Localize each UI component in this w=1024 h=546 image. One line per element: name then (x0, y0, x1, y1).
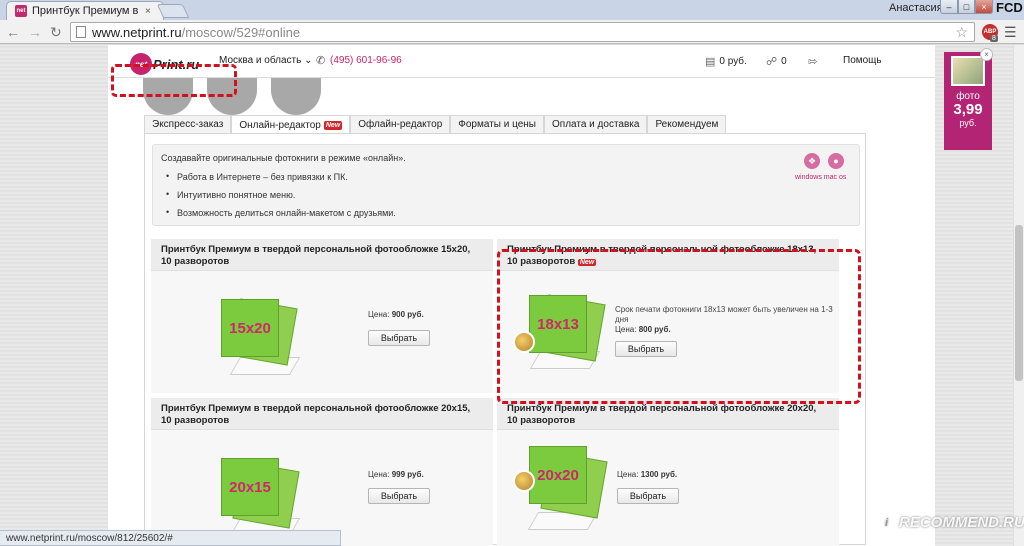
product-title[interactable]: Принтбук Премиум в твердой персональной … (151, 398, 493, 430)
login-link[interactable]: ⇰ (808, 55, 817, 68)
product-title[interactable]: Принтбук Премиум в твердой персональной … (151, 239, 493, 271)
url-path: /moscow/529#online (181, 24, 301, 40)
tab-offline-editor[interactable]: Офлайн-редактор (350, 115, 451, 133)
help-link[interactable]: Помощь (843, 55, 882, 66)
thumbnail[interactable] (271, 78, 321, 115)
intro-box: Создавайте оригинальные фотокниги в режи… (152, 144, 860, 226)
netprint-favicon: net (15, 5, 27, 17)
photo-price-widget[interactable]: фото 3,99 руб. (944, 52, 992, 150)
tab-label: Офлайн-редактор (358, 119, 443, 130)
tab-online-editor[interactable]: Онлайн-редактор New (231, 115, 351, 134)
tab-label: Экспресс-заказ (152, 119, 224, 130)
phone-number: (495) 601-96-96 (330, 55, 402, 66)
photo-sticker (513, 470, 535, 492)
balance-value: 0 руб. (719, 56, 747, 67)
widget-unit: руб. (959, 118, 977, 128)
browser-toolbar: ← → ↻ www.netprint.ru /moscow/529#online… (0, 20, 1024, 44)
select-button[interactable]: Выбрать (617, 488, 679, 504)
forward-arrow-icon[interactable]: → (28, 24, 42, 40)
list-item: Работа в Интернете – без привязки к ПК. (166, 171, 396, 182)
address-bar[interactable]: www.netprint.ru /moscow/529#online ☆ (70, 22, 975, 42)
window-close-button[interactable]: × (975, 0, 993, 14)
account-balance[interactable]: ▤ 0 руб. (705, 55, 747, 68)
login-icon: ⇰ (808, 56, 818, 68)
product-card-20x15: Принтбук Премиум в твердой персональной … (151, 398, 493, 546)
price: Цена: 1300 руб. (617, 470, 677, 479)
product-card-15x20: Принтбук Премиум в твердой персональной … (151, 239, 493, 393)
product-body: 15x20 Цена: 900 руб. Выбрать (151, 271, 493, 393)
product-card-20x20: Принтбук Премиум в твердой персональной … (497, 398, 839, 546)
tab-close-icon[interactable]: × (145, 6, 151, 17)
price-label: Цена: (368, 310, 390, 319)
page-icon (76, 26, 86, 38)
widget-price: 3,99 (953, 101, 983, 118)
price: Цена: 900 руб. (368, 310, 424, 319)
wrench-menu-icon[interactable]: ☰ (1004, 24, 1017, 41)
book-cover-label: 15x20 (221, 299, 279, 357)
os-label: windows mac os (795, 174, 847, 181)
product-18x13-highlight (497, 249, 861, 404)
price-value: 999 руб. (391, 470, 424, 479)
recommend-watermark: i RECOMMEND.RU (878, 514, 1024, 531)
cart-link[interactable]: ☍ 0 (766, 55, 787, 68)
tab-recommend[interactable]: Рекомендуем (647, 115, 727, 133)
new-tab-button[interactable] (156, 4, 190, 18)
scrollbar-thumb[interactable] (1015, 225, 1023, 381)
price-label: Цена: (617, 470, 639, 479)
maximize-button[interactable]: □ (958, 0, 975, 14)
list-item: Интуитивно понятное меню. (166, 189, 396, 200)
photo-thumbnail (951, 56, 985, 86)
watermark-text: RECOMMEND.RU (899, 514, 1024, 531)
fcd-label: FCD (996, 0, 1023, 15)
price: Цена: 999 руб. (368, 470, 424, 479)
minimize-button[interactable]: – (940, 0, 958, 14)
browser-tab[interactable]: net Принтбук Премиум в тве × (6, 1, 164, 20)
bookmark-star-icon[interactable]: ☆ (955, 24, 968, 41)
phone-icon: ✆ (316, 55, 326, 67)
tab-label: Рекомендуем (655, 119, 719, 130)
tab-payment-delivery[interactable]: Оплата и доставка (544, 115, 648, 133)
wallet-icon: ▤ (705, 56, 716, 68)
price-value: 900 руб. (391, 310, 424, 319)
select-button[interactable]: Выбрать (368, 488, 430, 504)
windows-icon: ❖ (804, 153, 820, 169)
book-cover-label: 20x20 (529, 446, 587, 504)
product-body: 20x20 Цена: 1300 руб. Выбрать (497, 430, 839, 546)
price-label: Цена: (368, 470, 390, 479)
intro-title: Создавайте оригинальные фотокниги в режи… (161, 153, 406, 163)
tab-express[interactable]: Экспресс-заказ (144, 115, 232, 133)
widget-close-icon[interactable]: × (980, 48, 993, 61)
chevron-down-icon: ⌄ (304, 55, 313, 66)
tab-label: Оплата и доставка (552, 119, 640, 130)
cart-icon: ☍ (766, 56, 778, 68)
product-tabs: Экспресс-заказ Онлайн-редактор New Офлайн… (144, 115, 727, 134)
reload-icon[interactable]: ↻ (50, 24, 62, 41)
tab-label: Онлайн-редактор (239, 119, 321, 131)
book-cover-label: 20x15 (221, 458, 279, 516)
product-body: 20x15 Цена: 999 руб. Выбрать (151, 430, 493, 546)
feature-list: Работа в Интернете – без привязки к ПК. … (166, 171, 396, 226)
tab-formats-prices[interactable]: Форматы и цены (450, 115, 544, 133)
online-editor-highlight (111, 64, 237, 97)
new-badge: New (323, 120, 343, 130)
select-button[interactable]: Выбрать (368, 330, 430, 346)
back-arrow-icon[interactable]: ← (6, 24, 20, 40)
vertical-scrollbar[interactable] (1013, 45, 1024, 546)
browser-user-name[interactable]: Анастасия (889, 2, 943, 14)
list-item: Возможность делиться онлайн-макетом с др… (166, 207, 396, 218)
browser-tabstrip: net Принтбук Премиум в тве × Анастасия –… (0, 0, 1024, 20)
watermark-logo-icon: i (878, 514, 895, 531)
cart-count: 0 (781, 56, 787, 67)
tab-title: Принтбук Премиум в тве (32, 5, 140, 17)
status-bar: www.netprint.ru/moscow/812/25602/# (0, 530, 341, 546)
os-support: ❖ ● windows mac os (793, 153, 853, 193)
url-host: www.netprint.ru (92, 24, 182, 40)
apple-icon: ● (828, 153, 844, 169)
tab-label: Форматы и цены (458, 119, 536, 130)
adblock-count: 8 (990, 35, 998, 42)
price-value: 1300 руб. (640, 470, 678, 479)
